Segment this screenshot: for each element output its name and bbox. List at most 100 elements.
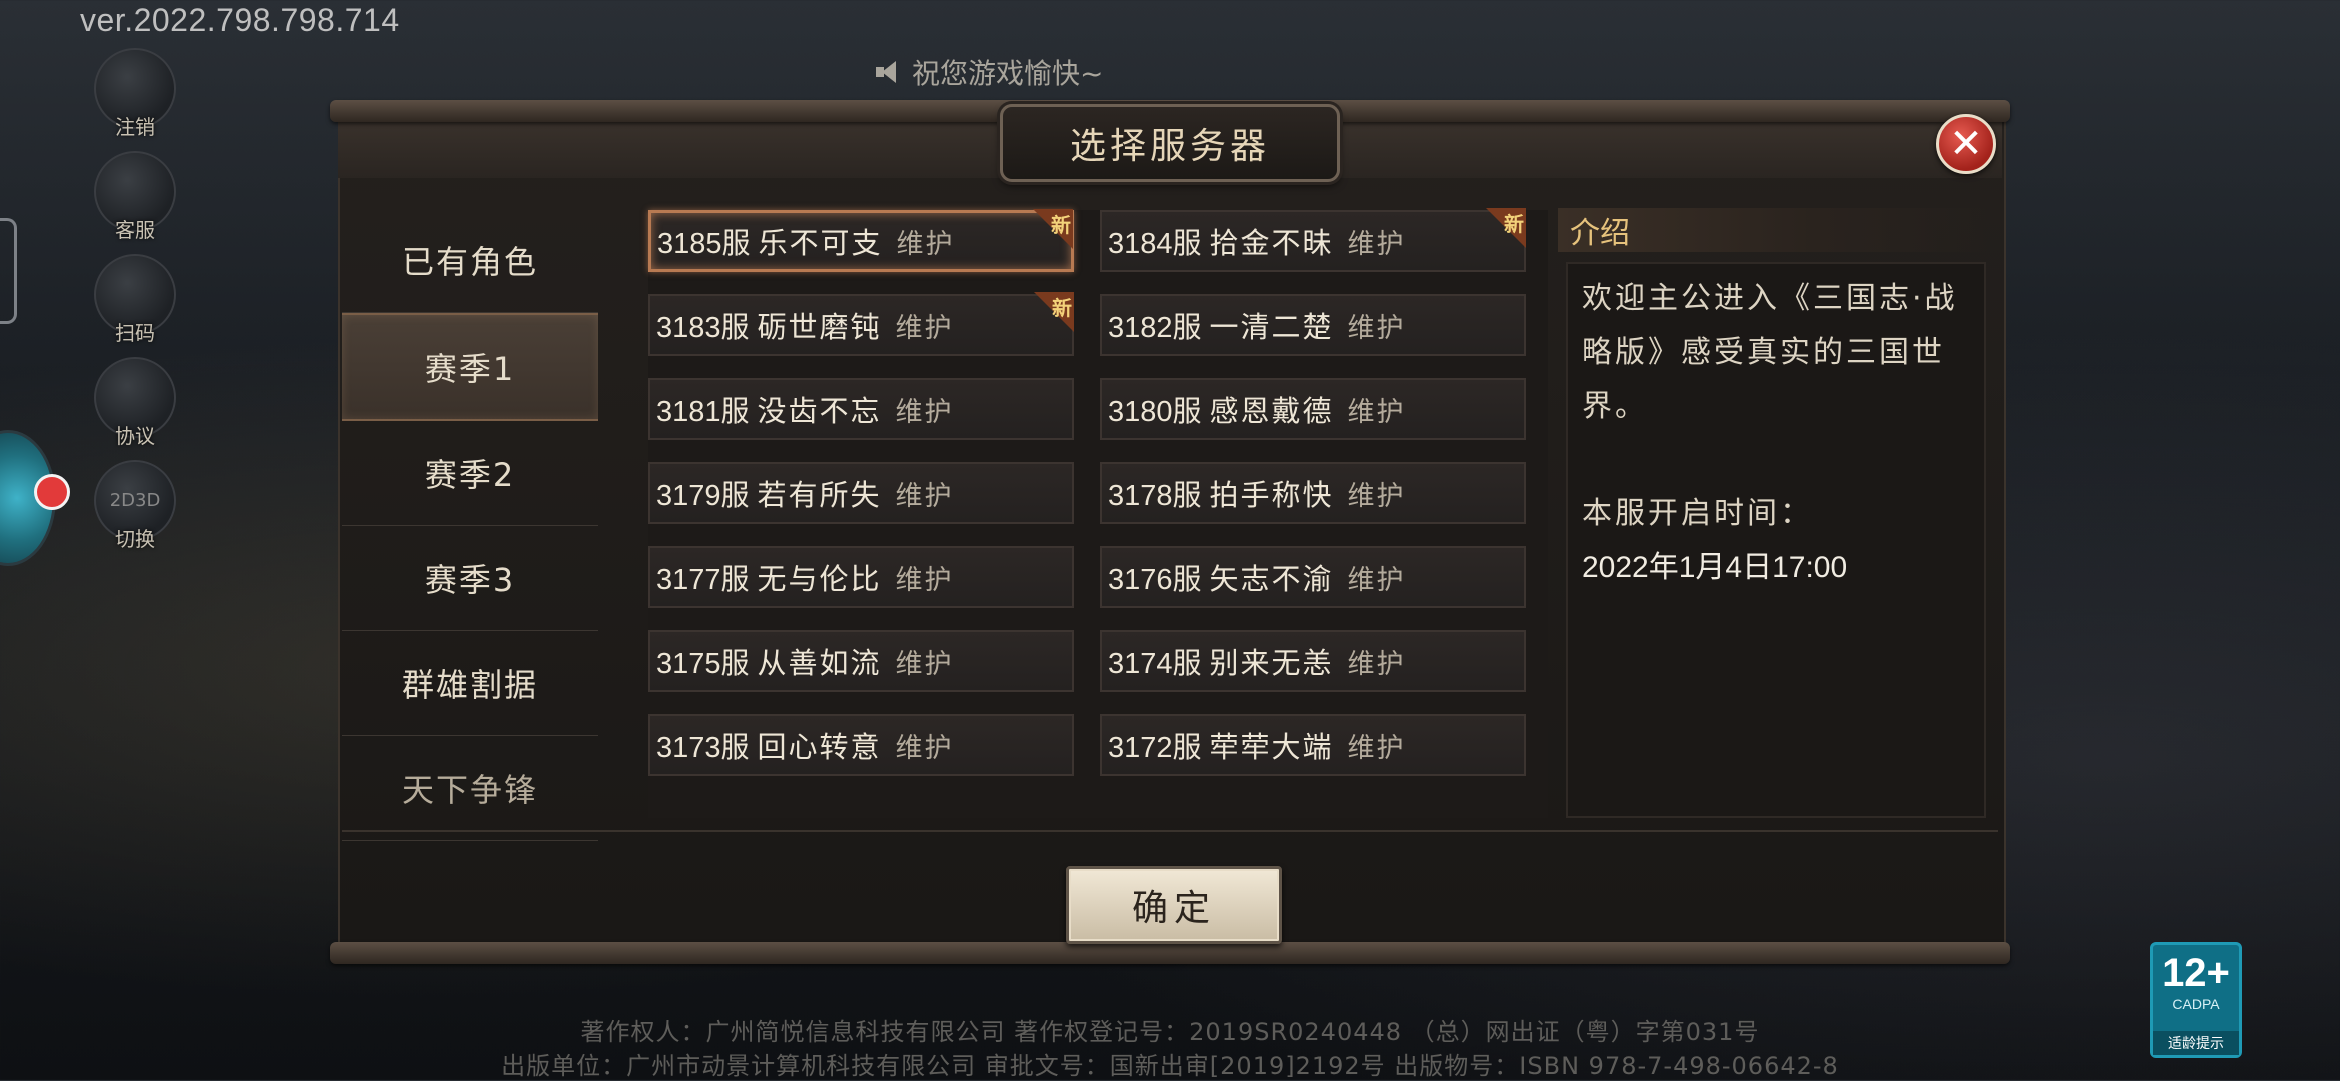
server-name: 荦荦大端 xyxy=(1209,730,1334,764)
server-status: 维护 xyxy=(1347,396,1406,428)
open-time-label: 本服开启时间： xyxy=(1582,496,1813,531)
server-item[interactable]: 3184服 拾金不昧 维护 新 xyxy=(1100,208,1526,272)
server-number: 3178服 xyxy=(1108,480,1202,512)
server-number: 3176服 xyxy=(1108,564,1202,596)
close-button[interactable]: ✕ xyxy=(1936,114,1996,174)
tab-2[interactable]: 赛季2 xyxy=(342,421,598,526)
open-time-value: 2022年1月4日17:00 xyxy=(1582,551,1848,584)
server-name: 别来无恙 xyxy=(1209,646,1334,680)
server-number: 3172服 xyxy=(1108,732,1202,764)
server-name: 感恩戴德 xyxy=(1209,394,1334,428)
new-badge-label: 新 xyxy=(1504,212,1524,236)
server-item[interactable]: 3181服 没齿不忘 维护 xyxy=(648,378,1074,440)
age-rating-org: CADPA xyxy=(2172,996,2220,1012)
server-item[interactable]: 3182服 一清二楚 维护 xyxy=(1100,294,1526,356)
server-number: 3175服 xyxy=(656,648,750,680)
dialog-bottom-frame xyxy=(330,942,2010,964)
age-rating-tip: 适龄提示 xyxy=(2153,1031,2239,1055)
server-status: 维护 xyxy=(1347,312,1406,344)
speaker-icon xyxy=(876,59,904,85)
server-name: 从善如流 xyxy=(757,646,882,680)
server-number: 3182服 xyxy=(1108,312,1202,344)
new-badge-label: 新 xyxy=(1052,296,1072,320)
server-number: 3174服 xyxy=(1108,648,1202,680)
tab-1[interactable]: 赛季1 xyxy=(342,313,598,421)
server-number: 3177服 xyxy=(656,564,750,596)
intro-text: 欢迎主公进入《三国志·战略版》感受真实的三国世界。 xyxy=(1582,281,1958,424)
intro-panel: 欢迎主公进入《三国志·战略版》感受真实的三国世界。 本服开启时间： 2022年1… xyxy=(1566,262,1986,818)
dialog-title: 选择服务器 xyxy=(1000,104,1340,182)
notice-bar: 祝您游戏愉快~ xyxy=(876,52,1103,92)
age-rating-badge[interactable]: 12+ CADPA 适龄提示 xyxy=(2150,942,2242,1058)
server-status: 维护 xyxy=(895,480,954,512)
intro-header: 介绍 xyxy=(1558,208,1988,252)
copyright-line-2: 出版单位：广州市动景计算机科技有限公司 审批文号：国新出审[2019]2192号… xyxy=(501,1052,1839,1080)
server-name: 砺世磨钝 xyxy=(757,310,882,344)
server-name: 乐不可支 xyxy=(758,226,883,260)
side-button-1[interactable]: 客服 xyxy=(92,151,178,243)
server-name: 若有所失 xyxy=(757,478,882,512)
intro-title: 介绍 xyxy=(1570,216,1630,251)
server-number: 3184服 xyxy=(1108,228,1202,260)
server-status: 维护 xyxy=(895,732,954,764)
side-button-label: 注销 xyxy=(115,115,155,139)
notice-text: 祝您游戏愉快~ xyxy=(912,57,1104,90)
tab-0[interactable]: 已有角色 xyxy=(342,208,598,313)
side-button-4[interactable]: 2D3D 切换 xyxy=(92,460,178,552)
server-number: 3173服 xyxy=(656,732,750,764)
copyright-line-1: 著作权人：广州简悦信息科技有限公司 著作权登记号：2019SR0240448 （… xyxy=(580,1018,1760,1046)
server-list: 3185服 乐不可支 维护新 3184服 拾金不昧 维护新 3183服 砺世磨钝 维护新 3182… xyxy=(648,208,1548,818)
new-badge: 新 xyxy=(1486,208,1526,248)
server-number: 3181服 xyxy=(656,396,750,428)
server-item[interactable]: 3173服 回心转意 维护 xyxy=(648,714,1074,776)
confirm-button[interactable]: 确定 xyxy=(1066,866,1282,944)
close-icon: ✕ xyxy=(1949,121,1983,167)
tab-4[interactable]: 群雄割据 xyxy=(342,631,598,736)
server-item[interactable]: 3174服 别来无恙 维护 xyxy=(1100,630,1526,692)
tab-5[interactable]: 天下争锋 xyxy=(342,736,598,841)
notification-dot xyxy=(34,474,70,510)
server-name: 拾金不昧 xyxy=(1209,226,1334,260)
server-number: 3185服 xyxy=(657,228,751,260)
version-label: ver.2022.798.798.714 xyxy=(80,2,400,38)
server-status: 维护 xyxy=(1347,648,1406,680)
tab-3[interactable]: 赛季3 xyxy=(342,526,598,631)
server-item[interactable]: 3178服 拍手称快 维护 xyxy=(1100,462,1526,524)
side-button-2[interactable]: 扫码 xyxy=(92,254,178,346)
server-name: 矢志不渝 xyxy=(1209,562,1334,596)
new-badge: 新 xyxy=(1033,209,1073,249)
side-button-label: 扫码 xyxy=(115,321,155,345)
new-badge-label: 新 xyxy=(1051,213,1071,237)
server-item[interactable]: 3177服 无与伦比 维护 xyxy=(648,546,1074,608)
server-name: 没齿不忘 xyxy=(757,394,882,428)
server-name: 无与伦比 xyxy=(757,562,882,596)
server-item[interactable]: 3180服 感恩戴德 维护 xyxy=(1100,378,1526,440)
season-tabs: 已有角色 赛季1 赛季2 赛季3 群雄割据 天下争锋 xyxy=(342,208,598,841)
edge-tab[interactable] xyxy=(0,218,17,324)
server-status: 维护 xyxy=(895,396,954,428)
server-select-dialog: 选择服务器 ✕ 已有角色 赛季1 赛季2 赛季3 群雄割据 天下争锋 3185服 乐不可支维… xyxy=(330,100,2010,966)
age-rating-number: 12+ xyxy=(2162,951,2230,995)
server-item[interactable]: 3185服 乐不可支 维护 新 xyxy=(648,209,1074,272)
server-status: 维护 xyxy=(1347,564,1406,596)
server-item[interactable]: 3175服 从善如流 维护 xyxy=(648,630,1074,692)
server-item[interactable]: 3179服 若有所失 维护 xyxy=(648,462,1074,524)
server-status: 维护 xyxy=(1347,480,1406,512)
server-status: 维护 xyxy=(1347,228,1406,260)
server-number: 3180服 xyxy=(1108,396,1202,428)
server-item[interactable]: 3176服 矢志不渝 维护 xyxy=(1100,546,1526,608)
side-button-3[interactable]: 协议 xyxy=(92,357,178,449)
server-status: 维护 xyxy=(896,228,955,260)
server-name: 拍手称快 xyxy=(1209,478,1334,512)
server-status: 维护 xyxy=(895,648,954,680)
server-number: 3179服 xyxy=(656,480,750,512)
server-number: 3183服 xyxy=(656,312,750,344)
side-button-0[interactable]: 注销 xyxy=(92,48,178,140)
server-name: 一清二楚 xyxy=(1209,310,1334,344)
server-item[interactable]: 3172服 荦荦大端 维护 xyxy=(1100,714,1526,776)
server-status: 维护 xyxy=(895,312,954,344)
server-status: 维护 xyxy=(1347,732,1406,764)
side-button-label: 客服 xyxy=(115,218,155,242)
server-status: 维护 xyxy=(895,564,954,596)
server-item[interactable]: 3183服 砺世磨钝 维护 新 xyxy=(648,292,1074,356)
